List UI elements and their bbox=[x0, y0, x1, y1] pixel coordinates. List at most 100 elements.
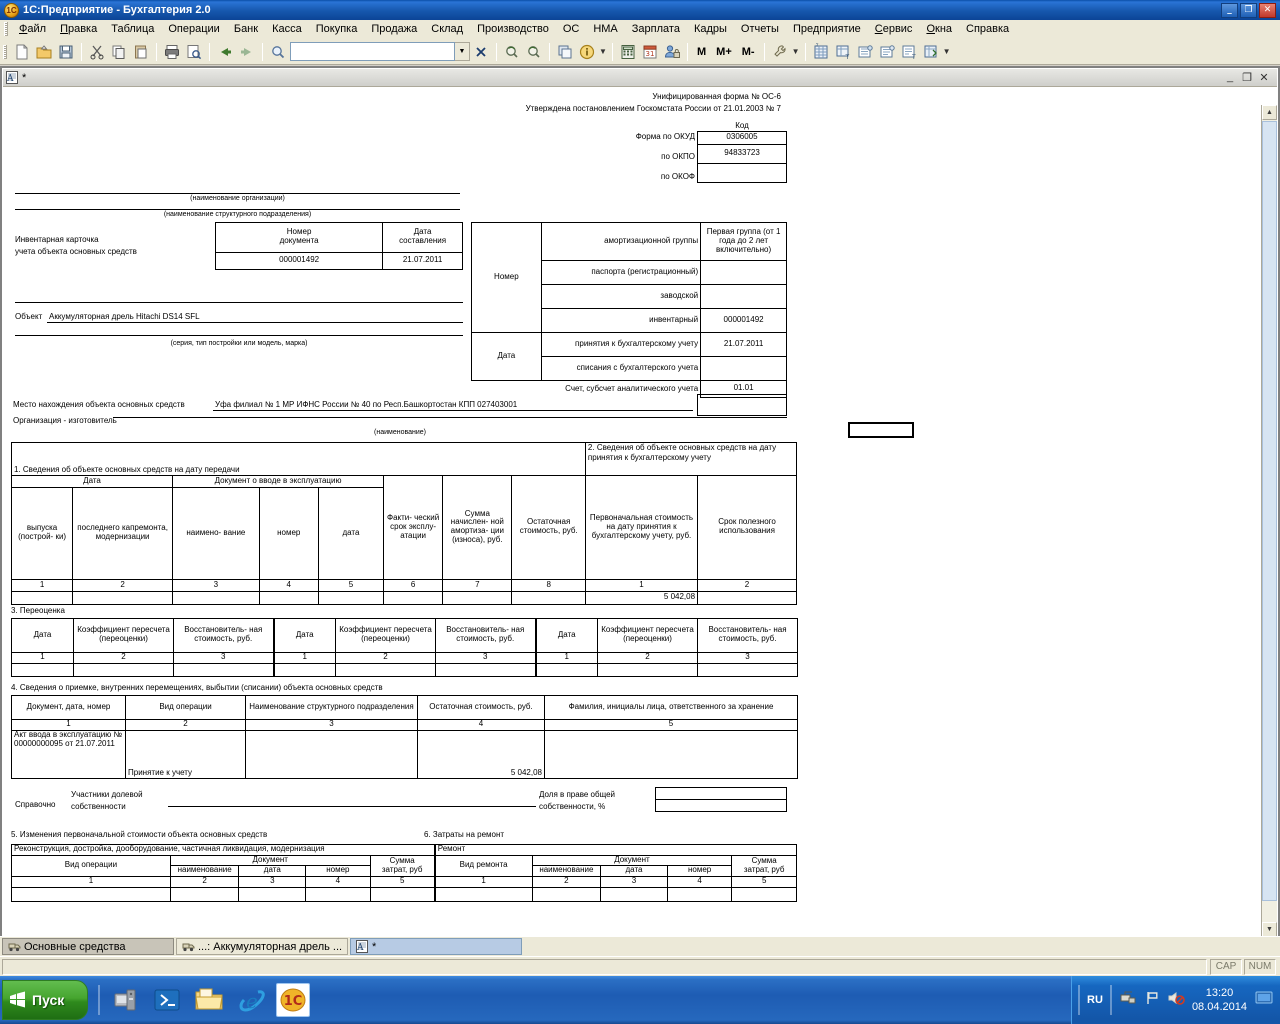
scroll-up-button[interactable]: ▲ bbox=[1262, 105, 1277, 120]
report-text-icon[interactable]: T bbox=[898, 41, 920, 63]
show-desktop-icon[interactable] bbox=[1254, 990, 1274, 1011]
dropdown-arrow-icon[interactable]: ▼ bbox=[942, 47, 952, 56]
1c-enterprise-icon[interactable]: 1C bbox=[276, 983, 310, 1017]
minimize-button[interactable]: _ bbox=[1221, 2, 1238, 18]
menu-item-help[interactable]: Справка bbox=[959, 21, 1016, 37]
cell-release-date[interactable] bbox=[10, 590, 74, 605]
undo-arrow-icon[interactable] bbox=[214, 41, 236, 63]
s3-cell-1c[interactable] bbox=[535, 662, 598, 677]
toolbar-grip[interactable] bbox=[3, 44, 7, 59]
copy-icon[interactable] bbox=[108, 41, 130, 63]
report-export-icon[interactable] bbox=[920, 41, 942, 63]
cell-useful-life[interactable] bbox=[697, 590, 797, 605]
cell-actual-term[interactable] bbox=[383, 590, 444, 605]
find-next-icon[interactable] bbox=[501, 41, 523, 63]
start-button[interactable]: Пуск bbox=[2, 980, 88, 1020]
cell-last-overhaul[interactable] bbox=[72, 590, 174, 605]
powershell-icon[interactable] bbox=[150, 983, 184, 1017]
chevron-down-icon[interactable]: ▼ bbox=[455, 42, 470, 61]
s3-cell-3b[interactable] bbox=[435, 662, 537, 677]
location-code-value[interactable] bbox=[697, 393, 787, 416]
user-settings-icon[interactable] bbox=[661, 41, 683, 63]
s3-cell-3a[interactable] bbox=[173, 662, 275, 677]
menu-item-os[interactable]: ОС bbox=[556, 21, 587, 37]
copy-window-icon[interactable] bbox=[554, 41, 576, 63]
menu-item-service[interactable]: Сервис bbox=[868, 21, 920, 37]
subdivision-name-line[interactable] bbox=[15, 207, 460, 210]
s4-cell-responsible[interactable] bbox=[544, 729, 798, 779]
scroll-down-button[interactable]: ▼ bbox=[1262, 922, 1277, 937]
vertical-scrollbar[interactable]: ▲ ▼ bbox=[1261, 105, 1277, 937]
menu-item-hr[interactable]: Кадры bbox=[687, 21, 734, 37]
clock[interactable]: 13:20 08.04.2014 bbox=[1192, 986, 1247, 1014]
dropdown-arrow-icon[interactable]: ▼ bbox=[598, 47, 608, 56]
row-value-factory[interactable] bbox=[700, 283, 787, 309]
menu-item-sales[interactable]: Продажа bbox=[364, 21, 424, 37]
calendar-icon[interactable]: 31 bbox=[639, 41, 661, 63]
menu-item-salary[interactable]: Зарплата bbox=[625, 21, 687, 37]
menu-item-edit[interactable]: Правка bbox=[53, 21, 104, 37]
s3-cell-3c[interactable] bbox=[697, 662, 798, 677]
menu-item-bank[interactable]: Банк bbox=[227, 21, 265, 37]
s4-cell-subdivision[interactable] bbox=[245, 729, 418, 779]
menu-item-windows[interactable]: Окна bbox=[919, 21, 959, 37]
s6-cell-3[interactable] bbox=[600, 886, 668, 902]
share-value-1[interactable] bbox=[655, 786, 787, 800]
open-folder-icon[interactable] bbox=[33, 41, 55, 63]
menu-item-enterprise[interactable]: Предприятие bbox=[786, 21, 868, 37]
memory-button-m[interactable]: M bbox=[692, 46, 711, 58]
s3-cell-1b[interactable] bbox=[273, 662, 336, 677]
memory-button-m-plus[interactable]: M+ bbox=[711, 46, 737, 58]
clear-x-icon[interactable] bbox=[470, 41, 492, 63]
new-document-icon[interactable] bbox=[11, 41, 33, 63]
s5-cell-4[interactable] bbox=[305, 886, 371, 902]
s3-cell-2a[interactable] bbox=[73, 662, 174, 677]
internet-explorer-icon[interactable]: e bbox=[234, 983, 268, 1017]
menu-item-warehouse[interactable]: Склад bbox=[424, 21, 470, 37]
s6-cell-1[interactable] bbox=[433, 886, 533, 902]
s4-cell-operation[interactable]: Принятие к учету bbox=[125, 729, 246, 779]
print-preview-icon[interactable] bbox=[183, 41, 205, 63]
redo-arrow-icon[interactable] bbox=[236, 41, 258, 63]
s3-cell-2c[interactable] bbox=[597, 662, 698, 677]
s3-cell-1a[interactable] bbox=[11, 662, 74, 677]
s5-cell-3[interactable] bbox=[238, 886, 307, 902]
language-indicator[interactable]: RU bbox=[1087, 994, 1103, 1006]
report-struct-icon[interactable] bbox=[854, 41, 876, 63]
cell-residual-value[interactable] bbox=[511, 590, 586, 605]
participants-value[interactable] bbox=[168, 791, 536, 807]
selected-cell[interactable] bbox=[848, 422, 914, 438]
report-group-icon[interactable]: T bbox=[832, 41, 854, 63]
menu-item-table[interactable]: Таблица bbox=[104, 21, 161, 37]
find-magnifier-icon[interactable] bbox=[267, 41, 289, 63]
row-value-passport[interactable] bbox=[700, 259, 787, 285]
volume-muted-icon[interactable] bbox=[1167, 990, 1185, 1011]
s5-cell-5[interactable] bbox=[369, 886, 436, 902]
cell-doc-date[interactable] bbox=[317, 590, 385, 605]
search-input-wrap[interactable] bbox=[290, 42, 455, 61]
dropdown-arrow-icon[interactable]: ▼ bbox=[791, 47, 801, 56]
explorer-folder-icon[interactable] bbox=[192, 983, 226, 1017]
computer-icon[interactable] bbox=[108, 983, 142, 1017]
organization-name-line[interactable] bbox=[15, 184, 460, 194]
window-list-item-spreadsheet[interactable]: A * bbox=[350, 938, 522, 955]
s6-cell-2[interactable] bbox=[531, 886, 602, 902]
menu-item-production[interactable]: Производство bbox=[470, 21, 556, 37]
location-value[interactable]: Уфа филиал № 1 МР ИФНС России № 40 по Ре… bbox=[213, 400, 693, 411]
wrench-icon[interactable] bbox=[769, 41, 791, 63]
network-icon[interactable] bbox=[1119, 990, 1137, 1011]
vertical-scroll-thumb[interactable] bbox=[1262, 121, 1277, 901]
doc-minimize-button[interactable]: _ bbox=[1223, 71, 1237, 84]
window-list-item-drill[interactable]: ...: Аккумуляторная дрель ... bbox=[176, 938, 348, 955]
report-table-icon[interactable]: Σ bbox=[810, 41, 832, 63]
row-value-written-off[interactable] bbox=[700, 355, 787, 381]
close-button[interactable]: ✕ bbox=[1259, 2, 1276, 18]
menu-item-file[interactable]: ФФайлайл bbox=[12, 21, 53, 37]
report-list-icon[interactable] bbox=[876, 41, 898, 63]
menu-item-operations[interactable]: Операции bbox=[161, 21, 226, 37]
menu-grip[interactable] bbox=[4, 22, 8, 36]
s5-cell-1[interactable] bbox=[11, 886, 171, 902]
cut-scissors-icon[interactable] bbox=[86, 41, 108, 63]
cell-accrued-depreciation[interactable] bbox=[442, 590, 513, 605]
s6-cell-5[interactable] bbox=[731, 886, 797, 902]
